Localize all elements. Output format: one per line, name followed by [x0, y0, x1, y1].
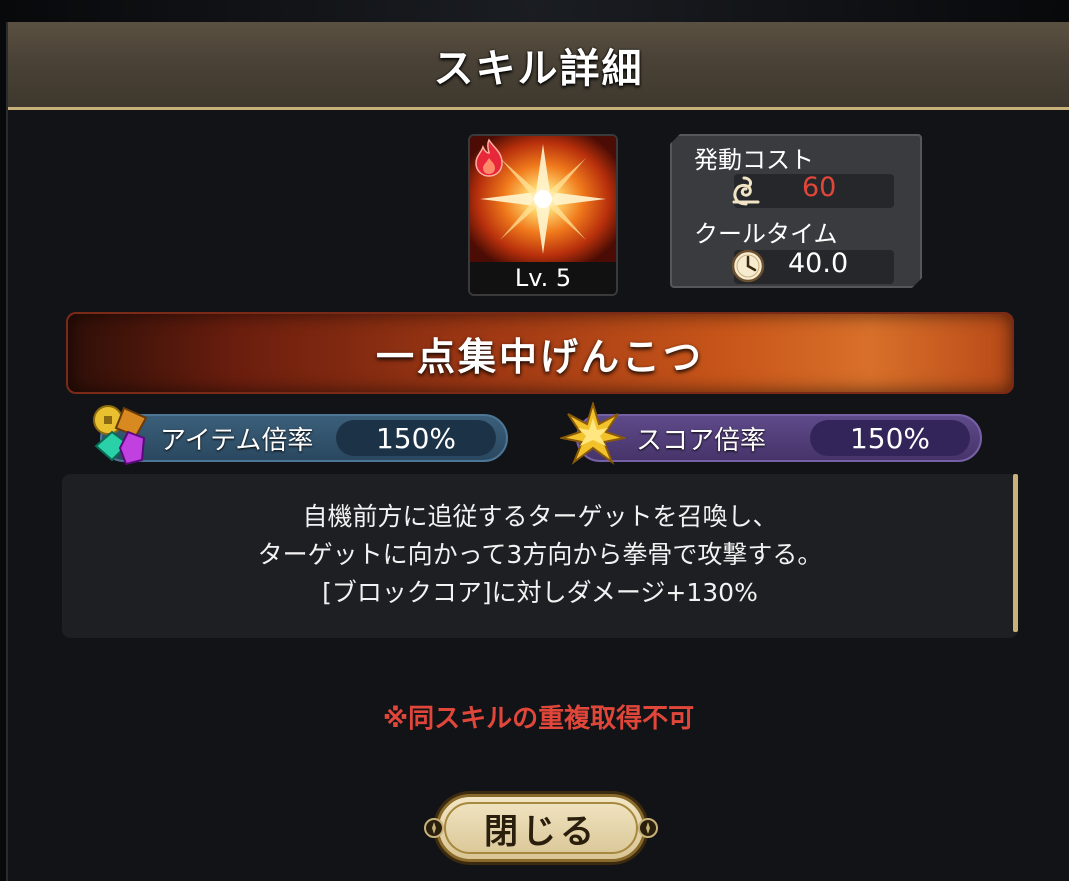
- item-multiplier-value: 150%: [336, 420, 496, 456]
- dialog-header: スキル詳細: [8, 22, 1069, 110]
- close-button[interactable]: 閉じる: [422, 794, 660, 862]
- item-multiplier-label: アイテム倍率: [160, 425, 314, 456]
- activation-cost-label: 発動コスト: [694, 146, 814, 174]
- close-button-label: 閉じる: [484, 811, 598, 852]
- skill-icon-frame: Lv. 5: [468, 134, 618, 296]
- cooldown-label: クールタイム: [694, 220, 838, 248]
- skill-level-label: Lv. 5: [470, 262, 616, 294]
- description-line: [ブロックコア]に対しダメージ+130%: [322, 578, 758, 607]
- description-line: 自機前方に追従するターゲットを召喚し、: [302, 502, 778, 531]
- dialog-title: スキル詳細: [433, 45, 644, 92]
- activation-cost-value: 60: [802, 172, 837, 203]
- cooldown-value: 40.0: [788, 248, 849, 279]
- skill-name-banner: 一点集中げんこつ: [66, 312, 1014, 394]
- duplicate-notice: ※同スキルの重複取得不可: [382, 704, 695, 734]
- swirl-icon: [728, 172, 764, 208]
- skill-description: 自機前方に追従するターゲットを召喚し、 ターゲットに向かって3方向から拳骨で攻撃…: [62, 498, 1018, 612]
- skill-detail-dialog: スキル詳細 Lv. 5 発動コスト 60 クールタイム 40.0 一点集中げんこ…: [6, 22, 1069, 881]
- score-multiplier-value: 150%: [810, 420, 970, 456]
- item-multiplier-pill: アイテム倍率 150%: [100, 414, 508, 462]
- gems-coins-icon: [93, 405, 148, 466]
- star-icon: [560, 402, 626, 465]
- description-line: ターゲットに向かって3方向から拳骨で攻撃する。: [257, 540, 823, 569]
- score-multiplier-pill: スコア倍率 150%: [576, 414, 982, 462]
- cost-panel: 発動コスト 60 クールタイム 40.0: [670, 134, 922, 288]
- clock-icon: [730, 248, 766, 284]
- skill-description-box: 自機前方に追従するターゲットを召喚し、 ターゲットに向かって3方向から拳骨で攻撃…: [62, 474, 1018, 638]
- score-multiplier-label: スコア倍率: [636, 425, 767, 456]
- fire-icon: [475, 138, 503, 177]
- skill-name: 一点集中げんこつ: [375, 334, 704, 379]
